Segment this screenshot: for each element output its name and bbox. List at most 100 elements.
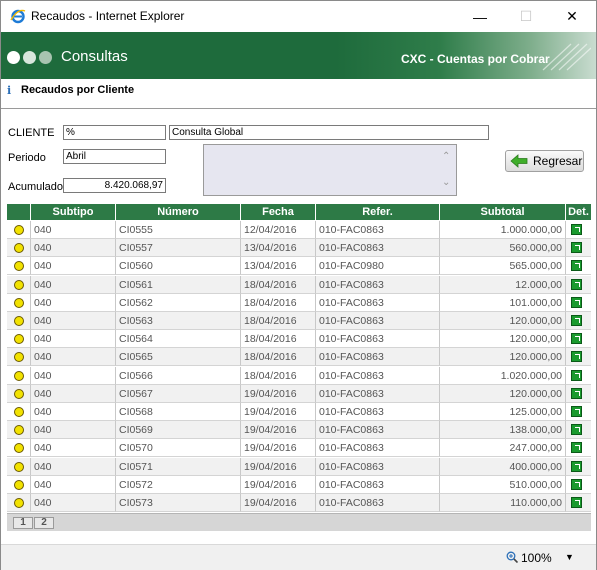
refer-cell: 010-FAC0863 xyxy=(316,421,440,440)
refer-cell: 010-FAC0863 xyxy=(316,494,440,512)
cliente-label: CLIENTE xyxy=(8,127,55,139)
detail-link-icon[interactable] xyxy=(571,497,582,508)
table-row[interactable]: 040 CI0570 19/04/2016 010-FAC0863 247.000,00 xyxy=(7,439,591,458)
cliente-name-field[interactable]: Consulta Global xyxy=(169,125,489,140)
textarea-scrollbar[interactable]: ⌃ ⌄ xyxy=(439,145,456,195)
status-dot-icon xyxy=(14,316,24,326)
detail-link-icon[interactable] xyxy=(571,478,582,490)
numero-cell: CI0569 xyxy=(116,421,241,440)
detail-link-icon[interactable] xyxy=(571,260,582,272)
status-dot-icon xyxy=(14,443,24,454)
numero-cell: CI0572 xyxy=(116,475,241,494)
numero-cell: CI0557 xyxy=(116,239,241,258)
table-row[interactable]: 040 CI0563 18/04/2016 010-FAC0863 120.000,00 xyxy=(7,312,591,330)
detail-link-icon[interactable] xyxy=(571,315,582,326)
det-cell xyxy=(566,475,591,494)
numero-cell: CI0566 xyxy=(116,366,241,385)
table-row[interactable]: 040 CI0566 18/04/2016 010-FAC0863 1.020.000,… xyxy=(7,366,591,385)
subtipo-cell: 040 xyxy=(31,439,116,458)
col-header-subtotal[interactable]: Subtotal xyxy=(440,204,566,220)
zoom-level[interactable]: 100% xyxy=(521,551,552,565)
notes-textarea[interactable]: ⌃ ⌄ xyxy=(203,144,457,196)
table-row[interactable]: 040 CI0564 18/04/2016 010-FAC0863 120.000,00 xyxy=(7,330,591,349)
chevron-down-icon[interactable]: ⌄ xyxy=(442,178,452,188)
det-cell xyxy=(566,221,591,239)
table-row[interactable]: 040 CI0561 18/04/2016 010-FAC0863 12.000,00 xyxy=(7,275,591,294)
numero-cell: CI0571 xyxy=(116,457,241,476)
col-header-numero[interactable]: Número xyxy=(116,204,241,220)
subtipo-cell: 040 xyxy=(31,257,116,276)
subtipo-cell: 040 xyxy=(31,330,116,349)
table-row[interactable]: 040 CI0565 18/04/2016 010-FAC0863 120.000,00 xyxy=(7,348,591,367)
numero-cell: CI0561 xyxy=(116,275,241,294)
periodo-field[interactable]: Abril xyxy=(63,149,166,164)
det-cell xyxy=(566,421,591,440)
header-title: Consultas xyxy=(61,48,128,65)
cliente-code-field[interactable]: % xyxy=(63,125,166,140)
col-header-fecha[interactable]: Fecha xyxy=(241,204,316,220)
detail-link-icon[interactable] xyxy=(571,406,582,417)
fecha-cell: 12/04/2016 xyxy=(241,221,316,239)
table-row[interactable]: 040 CI0560 13/04/2016 010-FAC0980 565.000,00 xyxy=(7,257,591,276)
zoom-icon[interactable] xyxy=(506,551,518,563)
detail-link-icon[interactable] xyxy=(571,296,582,308)
refer-cell: 010-FAC0863 xyxy=(316,221,440,239)
table-row[interactable]: 040 CI0568 19/04/2016 010-FAC0863 125.000,00 xyxy=(7,403,591,421)
detail-link-icon[interactable] xyxy=(571,387,582,399)
table-row[interactable]: 040 CI0557 13/04/2016 010-FAC0863 560.000,00 xyxy=(7,239,591,258)
detail-link-icon[interactable] xyxy=(571,278,582,290)
table-row[interactable]: 040 CI0573 19/04/2016 010-FAC0863 110.000,00 xyxy=(7,494,591,512)
status-cell xyxy=(7,384,31,403)
refer-cell: 010-FAC0863 xyxy=(316,457,440,476)
back-arrow-icon xyxy=(510,154,528,168)
subtotal-cell: 400.000,00 xyxy=(440,457,566,476)
detail-link-icon[interactable] xyxy=(571,333,582,345)
close-button[interactable]: ✕ xyxy=(549,1,595,32)
status-dot-icon xyxy=(14,225,24,235)
subtipo-cell: 040 xyxy=(31,239,116,258)
refer-cell: 010-FAC0980 xyxy=(316,257,440,276)
status-dot-icon xyxy=(14,388,24,399)
minimize-button[interactable]: — xyxy=(457,1,503,32)
det-cell xyxy=(566,239,591,258)
page-button-2[interactable]: 2 xyxy=(34,517,54,529)
table-row[interactable]: 040 CI0562 18/04/2016 010-FAC0863 101.000,00 xyxy=(7,293,591,312)
caret-down-icon[interactable]: ▼ xyxy=(565,552,574,562)
page-button-1[interactable]: 1 xyxy=(13,517,33,529)
status-dot-icon xyxy=(14,425,24,436)
subtotal-cell: 110.000,00 xyxy=(440,494,566,512)
detail-link-icon[interactable] xyxy=(571,351,582,363)
detail-link-icon[interactable] xyxy=(571,460,582,472)
table-row[interactable]: 040 CI0569 19/04/2016 010-FAC0863 138.000,00 xyxy=(7,421,591,440)
pager: 1 2 xyxy=(7,513,591,531)
table-row[interactable]: 040 CI0571 19/04/2016 010-FAC0863 400.000,00 xyxy=(7,457,591,476)
detail-link-icon[interactable] xyxy=(571,242,582,254)
table-row[interactable]: 040 CI0572 19/04/2016 010-FAC0863 510.000,00 xyxy=(7,475,591,494)
detail-link-icon[interactable] xyxy=(571,424,582,436)
status-bar: 100% ▼ xyxy=(1,544,596,570)
det-cell xyxy=(566,257,591,276)
status-cell xyxy=(7,439,31,458)
regresar-button[interactable]: Regresar xyxy=(505,150,584,172)
subtipo-cell: 040 xyxy=(31,366,116,385)
chevron-up-icon[interactable]: ⌃ xyxy=(442,152,452,162)
acumulado-field: 8.420.068,97 xyxy=(63,178,166,193)
detail-link-icon[interactable] xyxy=(571,369,582,381)
maximize-button[interactable]: ☐ xyxy=(503,1,549,32)
status-dot-icon xyxy=(14,334,24,345)
status-dot-icon xyxy=(14,279,24,290)
header-dots xyxy=(7,51,52,64)
fecha-cell: 19/04/2016 xyxy=(241,457,316,476)
subtotal-cell: 101.000,00 xyxy=(440,293,566,312)
numero-cell: CI0562 xyxy=(116,293,241,312)
detail-link-icon[interactable] xyxy=(571,442,582,454)
numero-cell: CI0564 xyxy=(116,330,241,349)
detail-link-icon[interactable] xyxy=(571,224,582,235)
table-row[interactable]: 040 CI0555 12/04/2016 010-FAC0863 1.000.000,… xyxy=(7,221,591,239)
numero-cell: CI0560 xyxy=(116,257,241,276)
col-header-refer[interactable]: Refer. xyxy=(316,204,440,220)
col-header-subtipo[interactable]: Subtipo xyxy=(31,204,116,220)
table-row[interactable]: 040 CI0567 19/04/2016 010-FAC0863 120.000,00 xyxy=(7,384,591,403)
subtotal-cell: 510.000,00 xyxy=(440,475,566,494)
status-cell xyxy=(7,457,31,476)
